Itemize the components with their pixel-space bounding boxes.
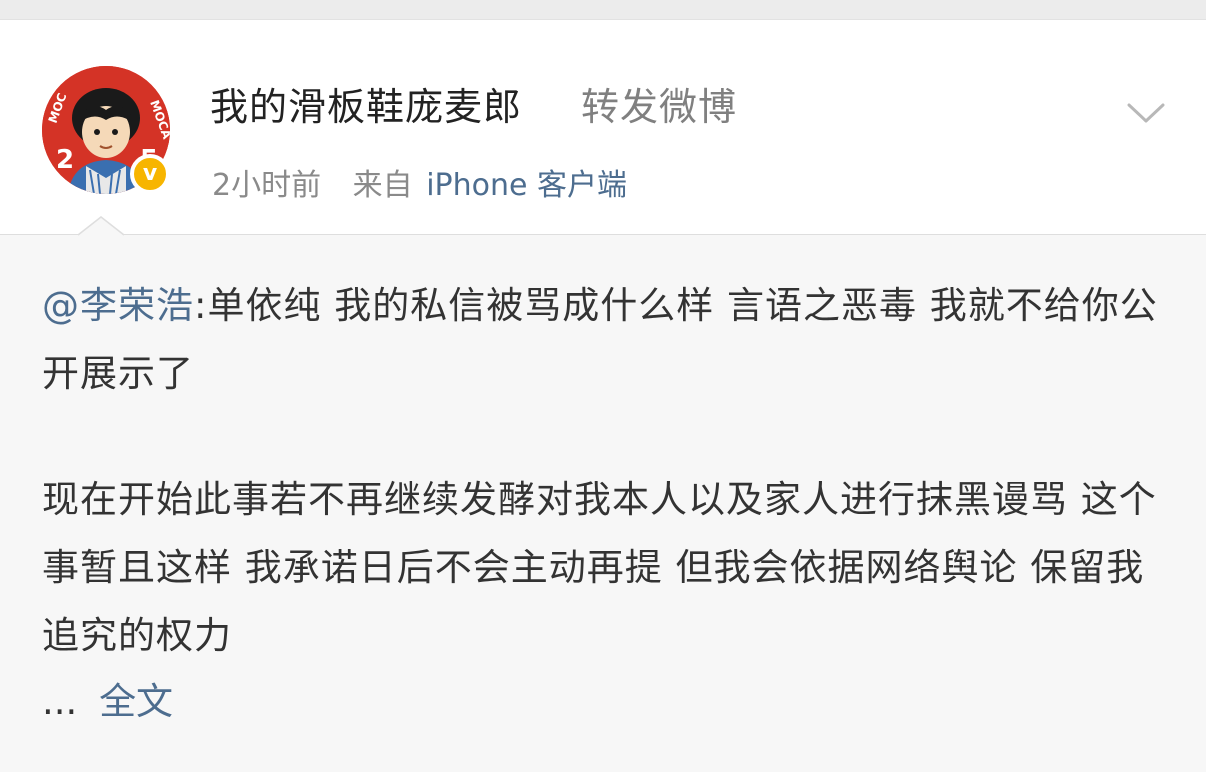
post-source-prefix: 来自 [352, 168, 413, 203]
verified-badge-icon: v [130, 154, 170, 194]
post-menu-button[interactable] [1126, 100, 1166, 126]
ellipsis: ... [42, 680, 78, 723]
mention-link[interactable]: @李荣浩 [42, 284, 194, 327]
retweet-pointer [78, 216, 124, 236]
username[interactable]: 我的滑板鞋庞麦郎 [210, 76, 522, 129]
retweet-text-line1: :单依纯 我的私信被骂成什么样 言语之恶毒 我就不给你公开展示了 [42, 284, 1158, 395]
post-header: MOC MOCA 2 5 v 我的滑板鞋庞麦郎 转发微博 2小时前 来自 iPh… [0, 20, 1206, 234]
retweet-text-para1: @李荣浩:单依纯 我的私信被骂成什么样 言语之恶毒 我就不给你公开展示了 [42, 272, 1172, 408]
top-status-strip [0, 0, 1206, 20]
svg-text:2: 2 [56, 145, 74, 175]
post-meta: 2小时前 来自 iPhone 客户端 [212, 160, 627, 204]
retweet-more-line: ... 全文 [42, 668, 173, 736]
avatar-container[interactable]: MOC MOCA 2 5 v [42, 66, 170, 194]
retweet-text-para2: 现在开始此事若不再继续发酵对我本人以及家人进行抹黑谩骂 这个事暂且这样 我承诺日… [42, 478, 1157, 657]
chevron-down-icon [1127, 103, 1165, 123]
full-text-link[interactable]: 全文 [99, 680, 173, 723]
post-action-label: 转发微博 [581, 85, 738, 129]
post-client[interactable]: iPhone 客户端 [426, 168, 627, 203]
post-time: 2小时前 [212, 168, 322, 203]
